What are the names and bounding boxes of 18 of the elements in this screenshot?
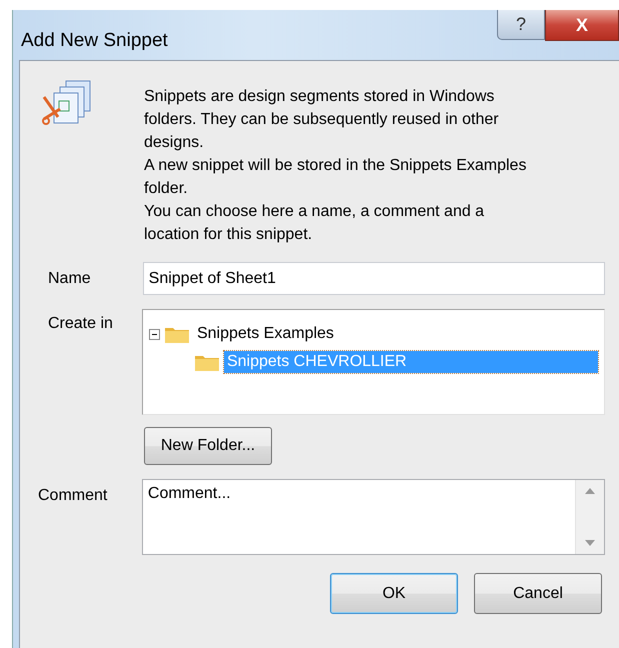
up-arrow-icon[interactable] [585,488,595,494]
name-field[interactable]: Snippet of Sheet1 [142,262,605,295]
ok-button[interactable]: OK [330,573,458,614]
comment-label: Comment [38,486,108,505]
down-arrow-icon[interactable] [585,540,595,546]
close-button[interactable]: X [545,10,619,41]
scrollbar[interactable] [575,480,604,554]
new-folder-button[interactable]: New Folder... [144,427,272,465]
name-label: Name [47,270,92,288]
window-title: Add New Snippet [21,30,168,52]
cancel-button[interactable]: Cancel [474,573,602,614]
tree-item[interactable]: Snippets Examples [194,323,337,345]
comment-text: Comment... [146,484,232,504]
description-text: Snippets are design segments stored in Windows folders. They can be subsequently reused in other designs. A new snippet will be stored in the Snippets Examples folder. You can choose here a name, a comment and a location for this snippet. [144,87,528,245]
collapse-icon[interactable] [148,328,160,340]
help-button[interactable]: ? [497,10,545,40]
create-in-label: Create in [47,314,114,333]
comment-field[interactable]: Comment... [142,479,605,555]
